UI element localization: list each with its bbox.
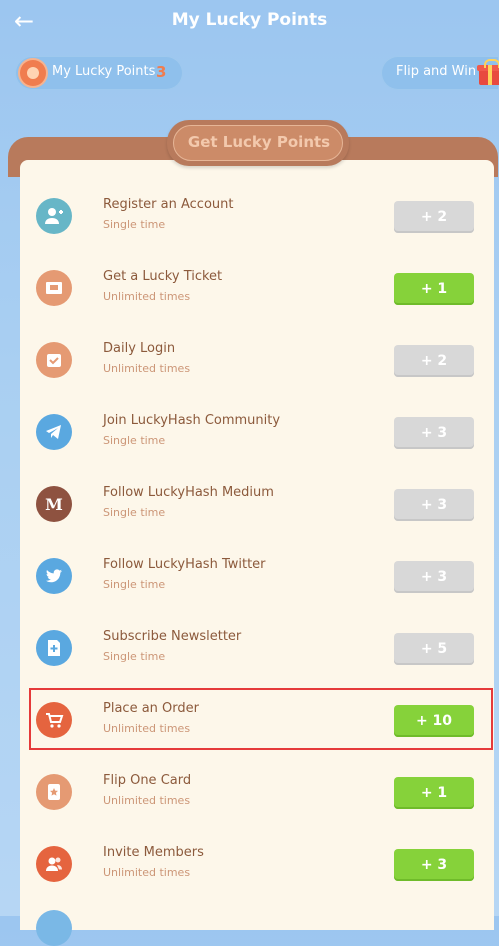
add-user-icon [36, 198, 72, 234]
task-frequency: Unlimited times [103, 866, 191, 879]
task-row-daily-login: Daily Login Unlimited times + 2 [20, 324, 494, 396]
section-title: Get Lucky Points [187, 133, 331, 151]
task-row-newsletter: Subscribe Newsletter Single time + 5 [20, 612, 494, 684]
task-title: Register an Account [103, 197, 234, 212]
task-title: Flip One Card [103, 773, 192, 788]
task-frequency: Single time [103, 218, 166, 231]
task-frequency: Single time [103, 578, 166, 591]
claim-points-button[interactable]: + 5 [394, 633, 474, 665]
claim-points-button[interactable]: + 3 [394, 561, 474, 593]
calendar-check-icon [36, 342, 72, 378]
task-frequency: Unlimited times [103, 794, 191, 807]
claim-points-button[interactable]: + 3 [394, 849, 474, 881]
app-header: ← My Lucky Points [0, 0, 499, 44]
task-frequency: Single time [103, 434, 166, 447]
my-lucky-points-label: My Lucky Points [52, 64, 156, 79]
task-row-community: Join LuckyHash Community Single time + 3 [20, 396, 494, 468]
highlight-box [29, 688, 493, 750]
task-frequency: Single time [103, 506, 166, 519]
task-row-medium: M Follow LuckyHash Medium Single time + … [20, 468, 494, 540]
next-task-icon [36, 910, 72, 946]
medium-icon: M [36, 486, 72, 522]
claim-points-button[interactable]: + 2 [394, 345, 474, 377]
task-frequency: Unlimited times [103, 362, 191, 375]
lucky-points-count: 3 [156, 63, 167, 81]
task-title: Get a Lucky Ticket [103, 269, 223, 284]
task-frequency: Unlimited times [103, 290, 191, 303]
flip-and-win-label: Flip and Win [396, 64, 477, 79]
telegram-icon [36, 414, 72, 450]
task-title: Join LuckyHash Community [103, 413, 281, 428]
claim-points-button[interactable]: + 2 [394, 201, 474, 233]
section-banner: Get Lucky Points [167, 120, 349, 166]
task-title: Invite Members [103, 845, 204, 860]
twitter-icon [36, 558, 72, 594]
task-title: Subscribe Newsletter [103, 629, 242, 644]
task-row-register: Register an Account Single time + 2 [20, 180, 494, 252]
gift-icon [477, 59, 499, 85]
claim-points-button[interactable]: + 1 [394, 777, 474, 809]
ticket-icon [36, 270, 72, 306]
my-lucky-points-chip[interactable]: My Lucky Points 3 [15, 56, 183, 90]
task-title: Follow LuckyHash Twitter [103, 557, 266, 572]
task-row-flip-card: Flip One Card Unlimited times + 1 [20, 756, 494, 828]
page-title: My Lucky Points [171, 10, 328, 30]
task-row-twitter: Follow LuckyHash Twitter Single time + 3 [20, 540, 494, 612]
newsletter-icon [36, 630, 72, 666]
claim-points-button[interactable]: + 1 [394, 273, 474, 305]
claim-points-button[interactable]: + 3 [394, 489, 474, 521]
flip-and-win-chip[interactable]: Flip and Win [381, 56, 499, 90]
task-frequency: Single time [103, 650, 166, 663]
claim-points-button[interactable]: + 3 [394, 417, 474, 449]
task-row-invite-members: Invite Members Unlimited times + 3 [20, 828, 494, 900]
card-icon [36, 774, 72, 810]
task-row-lucky-ticket: Get a Lucky Ticket Unlimited times + 1 [20, 252, 494, 324]
task-title: Follow LuckyHash Medium [103, 485, 274, 500]
svg-text:M: M [45, 495, 63, 514]
coin-icon [20, 60, 46, 86]
members-icon [36, 846, 72, 882]
task-title: Daily Login [103, 341, 176, 356]
